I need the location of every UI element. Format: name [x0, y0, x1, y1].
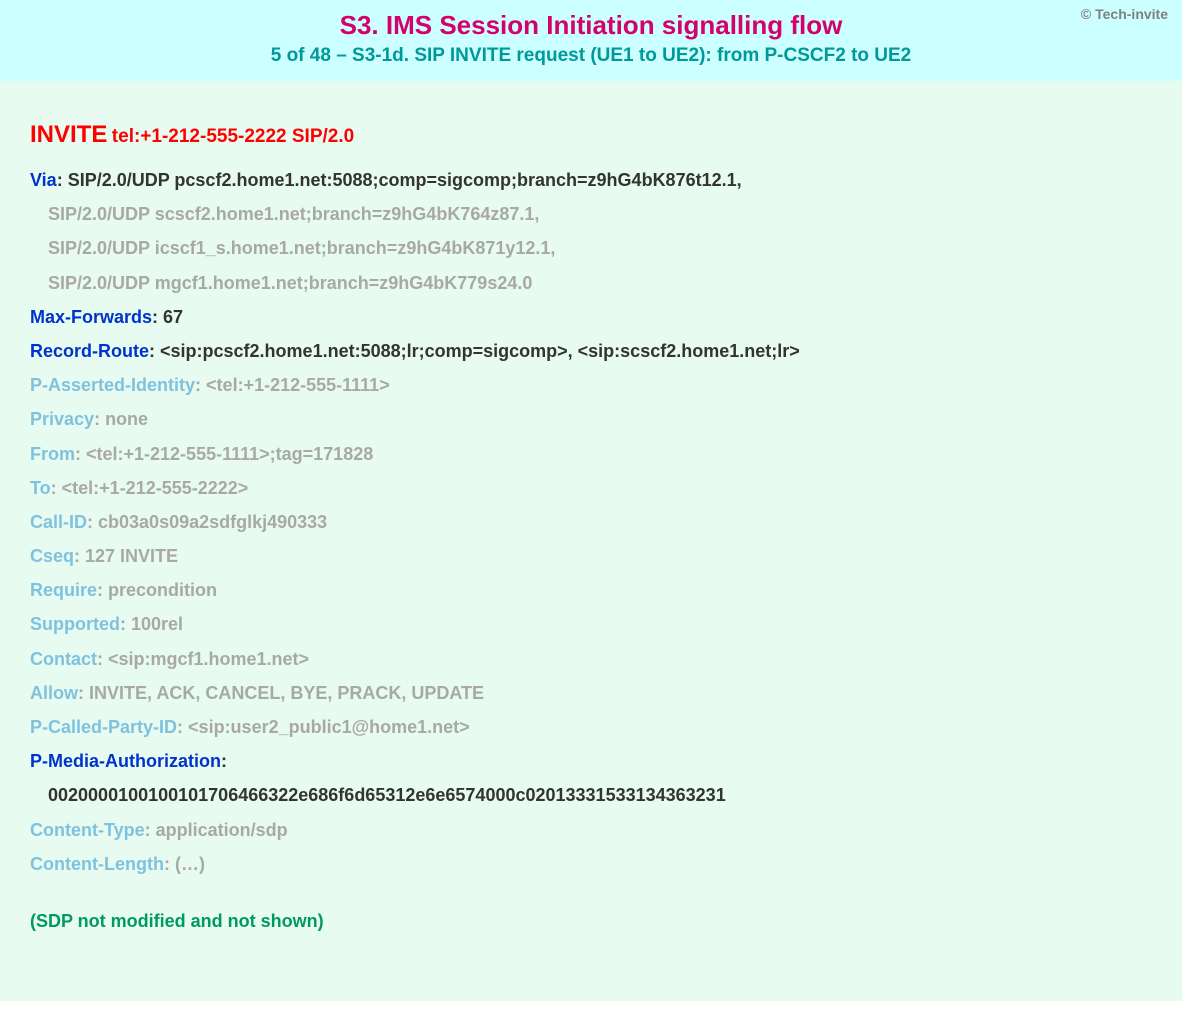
sip-header-value: INVITE, ACK, CANCEL, BYE, PRACK, UPDATE [89, 683, 484, 703]
sip-header-name: Require [30, 580, 97, 600]
sip-header-value: <sip:user2_public1@home1.net> [188, 717, 470, 737]
sip-header-value: <sip:mgcf1.home1.net> [108, 649, 309, 669]
sip-header-name: P-Media-Authorization [30, 751, 221, 771]
sip-header-name: Contact [30, 649, 97, 669]
sip-header-line: Allow: INVITE, ACK, CANCEL, BYE, PRACK, … [30, 676, 1152, 710]
sip-header-line: P-Media-Authorization: [30, 744, 1152, 778]
sip-header-value: 100rel [131, 614, 183, 634]
page-subtitle: 5 of 48 – S3-1d. SIP INVITE request (UE1… [20, 45, 1162, 67]
sip-header-name: Cseq [30, 546, 74, 566]
sip-header-line: Supported: 100rel [30, 607, 1152, 641]
sip-header-name: Content-Type [30, 820, 145, 840]
sip-header-line: Max-Forwards: 67 [30, 300, 1152, 334]
sip-header-name: Allow [30, 683, 78, 703]
sip-header-line: To: <tel:+1-212-555-2222> [30, 471, 1152, 505]
sip-header-continuation: SIP/2.0/UDP mgcf1.home1.net;branch=z9hG4… [30, 266, 1152, 300]
sip-header-value: <tel:+1-212-555-2222> [62, 478, 249, 498]
sip-header-line: Contact: <sip:mgcf1.home1.net> [30, 642, 1152, 676]
sip-request-line: INVITE tel:+1-212-555-2222 SIP/2.0 [30, 121, 1152, 149]
sip-header-line: Require: precondition [30, 573, 1152, 607]
sip-header-line: From: <tel:+1-212-555-1111>;tag=171828 [30, 437, 1152, 471]
sip-method: INVITE [30, 121, 107, 148]
sip-header-continuation: SIP/2.0/UDP scscf2.home1.net;branch=z9hG… [30, 197, 1152, 231]
sip-header-value: 67 [163, 307, 183, 327]
message-body: INVITE tel:+1-212-555-2222 SIP/2.0 Via: … [0, 81, 1182, 1001]
sip-header-name: P-Called-Party-ID [30, 717, 177, 737]
sip-headers: Via: SIP/2.0/UDP pcscf2.home1.net:5088;c… [30, 163, 1152, 881]
sip-header-continuation: 0020000100100101706466322e686f6d65312e6e… [30, 778, 1152, 812]
sip-header-value: precondition [108, 580, 217, 600]
sip-header-value: <tel:+1-212-555-1111> [206, 375, 390, 395]
sip-header-line: Via: SIP/2.0/UDP pcscf2.home1.net:5088;c… [30, 163, 1152, 197]
sip-header-name: Content-Length [30, 854, 164, 874]
sip-header-name: Via [30, 170, 57, 190]
sip-header-value: <sip:pcscf2.home1.net:5088;lr;comp=sigco… [160, 341, 800, 361]
copyright-label: © Tech-invite [1081, 6, 1168, 22]
sip-header-line: Cseq: 127 INVITE [30, 539, 1152, 573]
header-banner: © Tech-invite S3. IMS Session Initiation… [0, 0, 1182, 81]
sdp-note: (SDP not modified and not shown) [30, 911, 1152, 932]
sip-header-value: SIP/2.0/UDP pcscf2.home1.net:5088;comp=s… [68, 170, 742, 190]
sip-header-value: none [105, 409, 148, 429]
sip-header-value: <tel:+1-212-555-1111>;tag=171828 [86, 444, 373, 464]
sip-header-line: Call-ID: cb03a0s09a2sdfglkj490333 [30, 505, 1152, 539]
sip-header-name: Max-Forwards [30, 307, 152, 327]
sip-header-value: application/sdp [156, 820, 288, 840]
sip-header-line: Content-Type: application/sdp [30, 813, 1152, 847]
sip-header-name: P-Asserted-Identity [30, 375, 195, 395]
sip-header-value: cb03a0s09a2sdfglkj490333 [98, 512, 327, 532]
sip-header-name: Supported [30, 614, 120, 634]
sip-request-uri: tel:+1-212-555-2222 SIP/2.0 [112, 126, 354, 147]
sip-header-line: Record-Route: <sip:pcscf2.home1.net:5088… [30, 334, 1152, 368]
sip-header-name: From [30, 444, 75, 464]
sip-header-value: (…) [175, 854, 205, 874]
sip-header-name: Record-Route [30, 341, 149, 361]
sip-header-name: To [30, 478, 51, 498]
sip-header-line: P-Called-Party-ID: <sip:user2_public1@ho… [30, 710, 1152, 744]
sip-header-line: Privacy: none [30, 402, 1152, 436]
sip-header-continuation: SIP/2.0/UDP icscf1_s.home1.net;branch=z9… [30, 231, 1152, 265]
sip-header-name: Privacy [30, 409, 94, 429]
sip-header-name: Call-ID [30, 512, 87, 532]
sip-header-value: 127 INVITE [85, 546, 178, 566]
page-title: S3. IMS Session Initiation signalling fl… [20, 10, 1162, 41]
sip-header-line: P-Asserted-Identity: <tel:+1-212-555-111… [30, 368, 1152, 402]
sip-header-line: Content-Length: (…) [30, 847, 1152, 881]
